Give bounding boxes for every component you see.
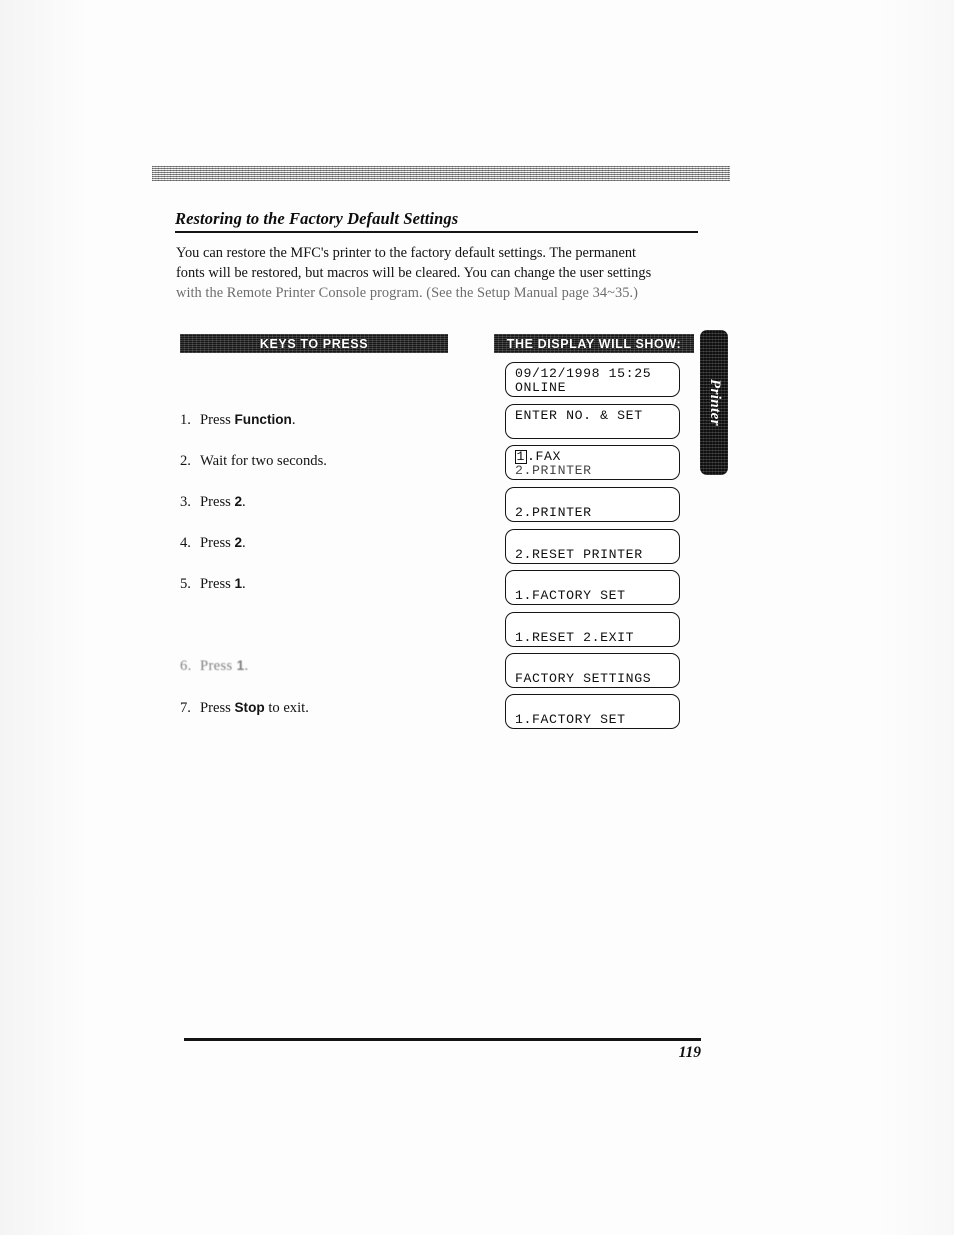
step-7-number: 7. [180, 700, 191, 716]
lcd-cursor-block: 1 [515, 449, 527, 464]
display-column-header-label: THE DISPLAY WILL SHOW: [506, 336, 682, 351]
keys-column-header-label: KEYS TO PRESS [259, 336, 369, 351]
step-6: 6. Press 1. [180, 657, 248, 675]
step-7-key: Stop [234, 700, 265, 715]
step-4-number: 4. [180, 535, 191, 551]
intro-line-3: with the Remote Printer Console program.… [176, 285, 638, 301]
step-1-number: 1. [180, 412, 191, 428]
lcd-display-5: 2.RESET PRINTER [505, 529, 680, 564]
step-4-text-after: . [242, 535, 246, 551]
step-6-text-before: Press [200, 658, 237, 674]
top-decorative-band [152, 166, 730, 181]
step-6-number: 6. [180, 658, 192, 674]
heading-divider [175, 231, 698, 233]
lcd-display-7: 1.RESET 2.EXIT [505, 612, 680, 647]
step-7-text-after: to exit. [264, 700, 309, 716]
display-column-header: THE DISPLAY WILL SHOW: [494, 334, 694, 353]
lcd-display-4-line-2: 2.PRINTER [515, 505, 592, 520]
lcd-display-5-line-2: 2.RESET PRINTER [515, 547, 643, 562]
step-2-number: 2. [180, 453, 191, 469]
step-1-text-before: Press [200, 412, 235, 428]
step-5: 5. Press 1. [180, 575, 246, 593]
step-3-text-after: . [242, 494, 246, 510]
step-2-text-before: Wait for two seconds. [200, 453, 327, 469]
step-4-text-before: Press [200, 535, 235, 551]
step-3: 3. Press 2. [180, 493, 246, 511]
lcd-display-8: FACTORY SETTINGS [505, 653, 680, 688]
lcd-display-3: 1 .FAX 2.PRINTER [505, 445, 680, 480]
lcd-display-9: 1.FACTORY SET [505, 694, 680, 729]
step-4: 4. Press 2. [180, 534, 246, 552]
lcd-display-3-line-2: 2.PRINTER [515, 463, 592, 478]
page-number: 119 [678, 1044, 701, 1061]
lcd-display-3-line-1-rest: .FAX [527, 449, 562, 464]
intro-line-1: You can restore the MFC's printer to the… [176, 245, 637, 261]
lcd-display-1: 09/12/1998 15:25 ONLINE [505, 362, 680, 397]
lcd-display-6: 1.FACTORY SET [505, 570, 680, 605]
step-1-text-after: . [291, 412, 296, 428]
step-5-text-before: Press [200, 576, 235, 592]
step-5-key: 1 [234, 576, 243, 591]
keys-column-header: KEYS TO PRESS [180, 334, 448, 353]
step-2: 2. Wait for two seconds. [180, 452, 327, 470]
step-1: 1. Press Function. [180, 411, 296, 429]
lcd-display-9-line-2: 1.FACTORY SET [515, 712, 626, 727]
page-title: Restoring to the Factory Default Setting… [175, 209, 459, 228]
intro-line-2: fonts will be restored, but macros will … [176, 265, 652, 281]
lcd-display-2: ENTER NO. & SET [505, 404, 680, 439]
printer-section-tab: Printer [700, 330, 728, 475]
lcd-display-2-line-1: ENTER NO. & SET [515, 408, 643, 423]
lcd-display-8-line-2: FACTORY SETTINGS [515, 671, 652, 686]
step-5-number: 5. [180, 576, 191, 592]
step-1-key: Function [234, 412, 292, 427]
manual-page: Restoring to the Factory Default Setting… [0, 0, 954, 1235]
step-3-number: 3. [180, 494, 191, 510]
lcd-display-4: 2.PRINTER [505, 487, 680, 522]
printer-section-tab-label: Printer [706, 379, 723, 426]
step-7-text-before: Press [200, 700, 235, 716]
step-5-text-after: . [242, 576, 246, 592]
lcd-display-6-line-2: 1.FACTORY SET [515, 588, 626, 603]
lcd-display-3-line-1: 1 .FAX [515, 449, 561, 464]
lcd-display-1-line-1: 09/12/1998 15:25 [515, 366, 652, 381]
step-3-key: 2 [234, 494, 243, 509]
lcd-display-1-line-2: ONLINE [515, 380, 567, 395]
step-6-text-after: . [244, 658, 249, 674]
lcd-display-7-line-2: 1.RESET 2.EXIT [515, 630, 635, 645]
intro-paragraph: You can restore the MFC's printer to the… [176, 243, 704, 303]
step-7: 7. Press Stop to exit. [180, 699, 309, 717]
step-4-key: 2 [234, 535, 243, 550]
footer-divider [184, 1038, 701, 1041]
step-3-text-before: Press [200, 494, 235, 510]
